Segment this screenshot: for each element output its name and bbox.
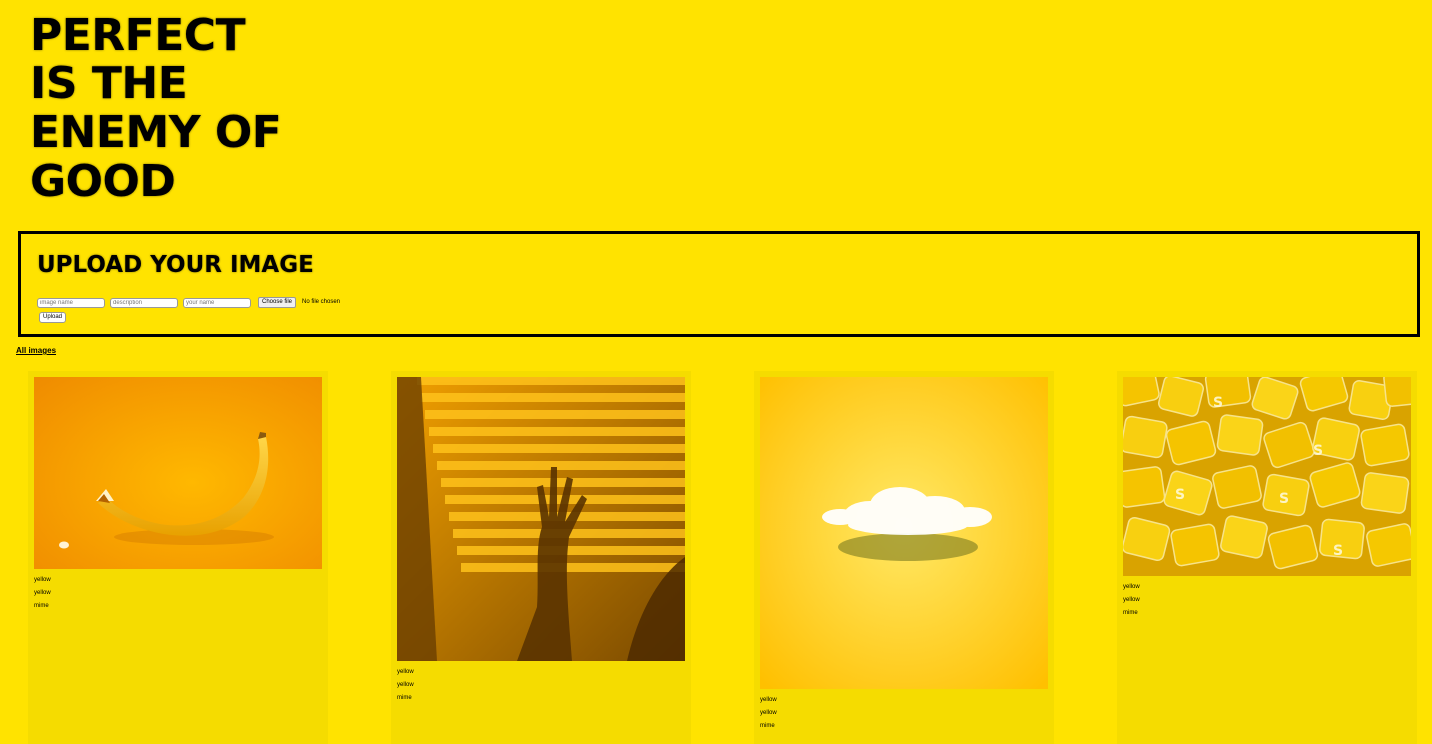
logo-line-4: GOOD [30,156,176,207]
image-card[interactable]: yellow yellow mime [28,371,328,744]
card-title: yellow [1123,584,1140,590]
card-author: mime [1123,610,1138,616]
image-card[interactable]: yellow yellow mime [754,371,1054,744]
all-images-link[interactable]: All images [16,346,56,355]
card-description: yellow [760,710,777,716]
logo-line-2: IS THE [30,58,188,109]
upload-form: UPLOAD YOUR IMAGE Choose file No file ch… [18,231,1420,337]
candy-photo[interactable]: S S S S S [1123,377,1411,576]
logo-line-3: ENEMY OF [30,107,282,158]
upload-title: UPLOAD YOUR IMAGE [37,252,314,278]
card-meta: yellow yellow mime [1123,581,1140,620]
card-description: yellow [1123,597,1140,603]
card-author: mime [34,603,49,609]
svg-text:S: S [1313,443,1323,459]
card-meta: yellow yellow mime [34,574,51,613]
svg-text:S: S [1175,487,1185,503]
description-input[interactable] [110,298,178,308]
card-author: mime [397,695,412,701]
site-logo: PERFECT IS THE ENEMY OF GOOD [18,0,298,222]
logo-line-1: PERFECT [30,10,246,61]
svg-text:S: S [1333,543,1343,559]
author-name-input[interactable] [183,298,251,308]
banana-photo[interactable] [34,377,322,569]
blinds-shadow-photo[interactable] [397,377,685,661]
image-card[interactable]: yellow yellow mime [391,371,691,744]
card-description: yellow [397,682,414,688]
svg-text:S: S [1213,395,1223,411]
svg-text:S: S [1279,491,1289,507]
card-meta: yellow yellow mime [760,694,777,733]
cloud-photo[interactable] [760,377,1048,689]
card-author: mime [760,723,775,729]
card-meta: yellow yellow mime [397,666,414,705]
image-card[interactable]: S S S S S yellow yellow mime [1117,371,1417,744]
image-name-input[interactable] [37,298,105,308]
file-status-text: No file chosen [302,299,341,305]
card-title: yellow [34,577,51,583]
card-title: yellow [760,697,777,703]
choose-file-button[interactable]: Choose file [258,297,297,308]
card-title: yellow [397,669,414,675]
upload-button[interactable]: Upload [39,312,67,323]
card-description: yellow [34,590,51,596]
